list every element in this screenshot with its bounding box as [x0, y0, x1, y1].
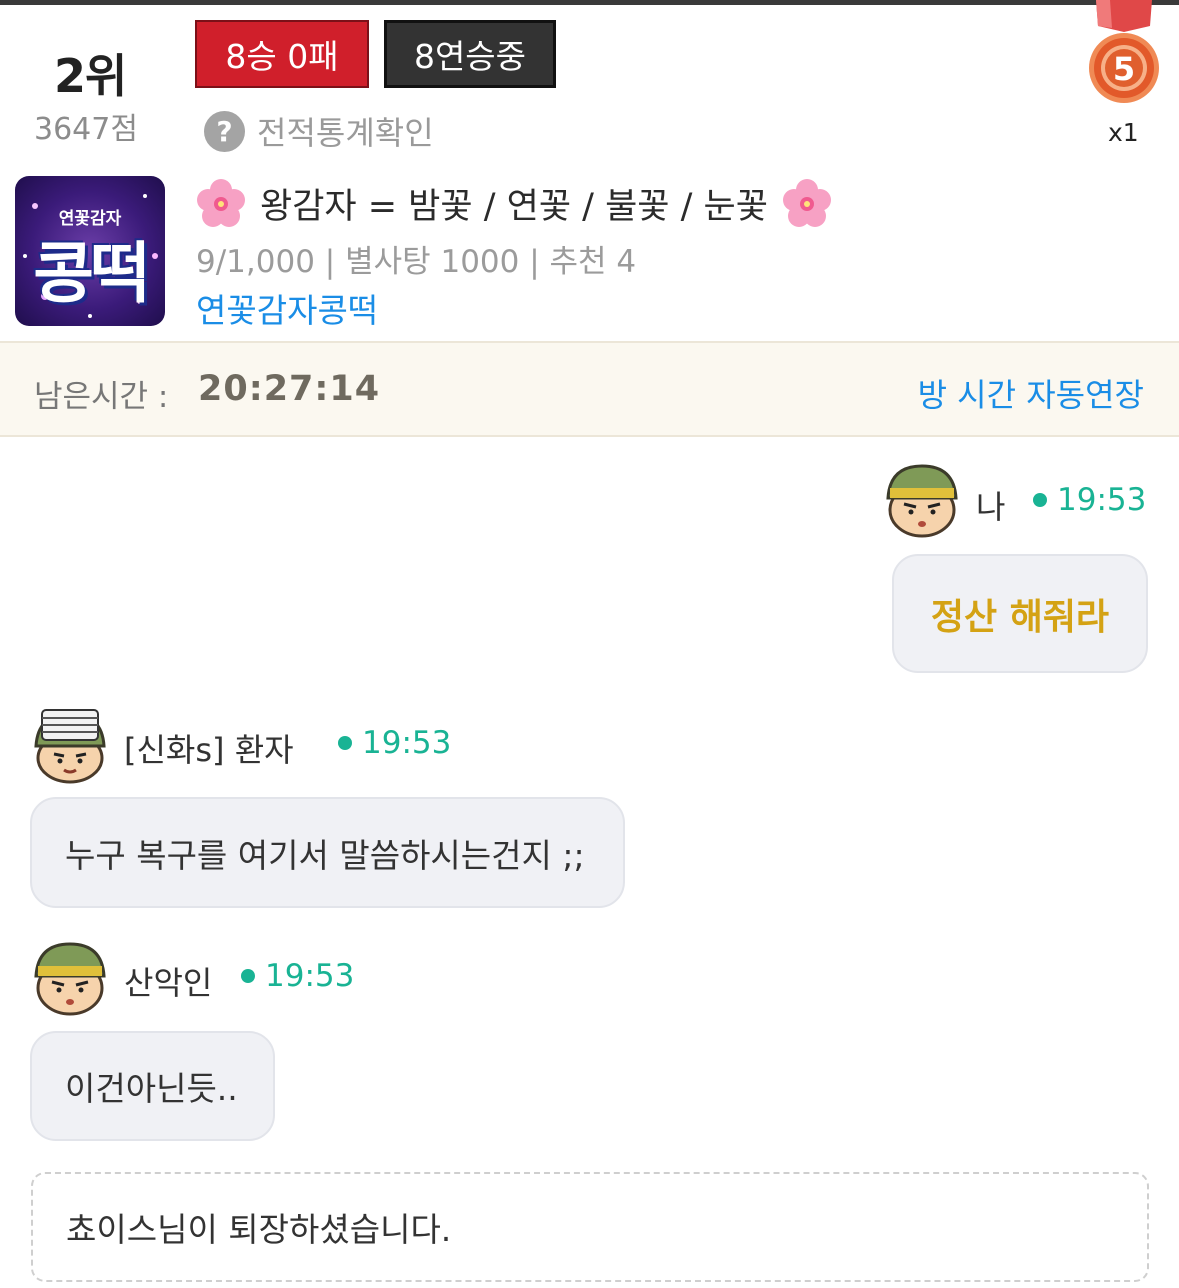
points-label: 3647점: [34, 112, 138, 147]
avatar-bandaged-soldier-icon[interactable]: [30, 706, 110, 786]
room-owner-link[interactable]: 연꽃감자콩떡: [196, 284, 378, 332]
message-time-text: 19:53: [362, 725, 452, 761]
remaining-time-label: 남은시간 :: [34, 379, 169, 415]
message-bubble[interactable]: 이건아닌듯..: [30, 1031, 275, 1141]
system-notice: 쵸이스님이 퇴장하셨습니다.: [31, 1172, 1149, 1282]
room-meta: 9/1,000 | 별사탕 1000 | 추천 4: [196, 244, 637, 280]
medal-multiplier: x1: [1108, 118, 1139, 147]
room-title-text: 왕감자 = 밤꽃 / 연꽃 / 불꽃 / 눈꽃: [260, 187, 768, 227]
remaining-time-value: 20:27:14: [198, 369, 381, 409]
rank-label: 2위: [54, 49, 127, 103]
win-streak-badge: 8연승중: [384, 20, 556, 88]
message-bubble[interactable]: 누구 복구를 여기서 말씀하시는건지 ;;: [30, 797, 625, 908]
message-time: 19:53: [1033, 482, 1146, 518]
cherry-blossom-icon: [197, 178, 245, 227]
room-thumbnail[interactable]: 연꽃감자 콩떡: [15, 176, 165, 326]
remaining-time-bar: 남은시간 : 20:27:14 방 시간 자동연장: [0, 341, 1179, 437]
room-title: 왕감자 = 밤꽃 / 연꽃 / 불꽃 / 눈꽃: [196, 178, 832, 229]
auto-extend-link[interactable]: 방 시간 자동연장: [918, 370, 1144, 416]
message-author[interactable]: 산악인: [124, 958, 212, 1004]
top-border: [0, 0, 1179, 5]
online-dot-icon: [241, 969, 255, 983]
message-time: 19:53: [338, 725, 451, 761]
avatar-soldier-icon[interactable]: [882, 460, 962, 540]
online-dot-icon: [338, 736, 352, 750]
avatar-soldier-icon[interactable]: [30, 938, 110, 1018]
stats-link[interactable]: ? 전적통계확인: [204, 108, 434, 154]
online-dot-icon: [1033, 493, 1047, 507]
stats-link-label: 전적통계확인: [257, 114, 434, 152]
message-author[interactable]: 나: [976, 482, 1005, 528]
thumbnail-title: 콩떡: [33, 235, 150, 312]
message-time-text: 19:53: [1057, 482, 1147, 518]
medal-number: 5: [1113, 50, 1135, 88]
message-time-text: 19:53: [265, 958, 355, 994]
question-icon: ?: [204, 110, 245, 152]
message-author[interactable]: [신화s] 환자: [124, 725, 294, 771]
message-time: 19:53: [241, 958, 354, 994]
medal-icon: 5: [1089, 0, 1159, 103]
cherry-blossom-icon: [782, 178, 831, 227]
win-loss-badge: 8승 0패: [195, 20, 369, 88]
message-bubble[interactable]: 정산 해줘라: [892, 554, 1148, 673]
